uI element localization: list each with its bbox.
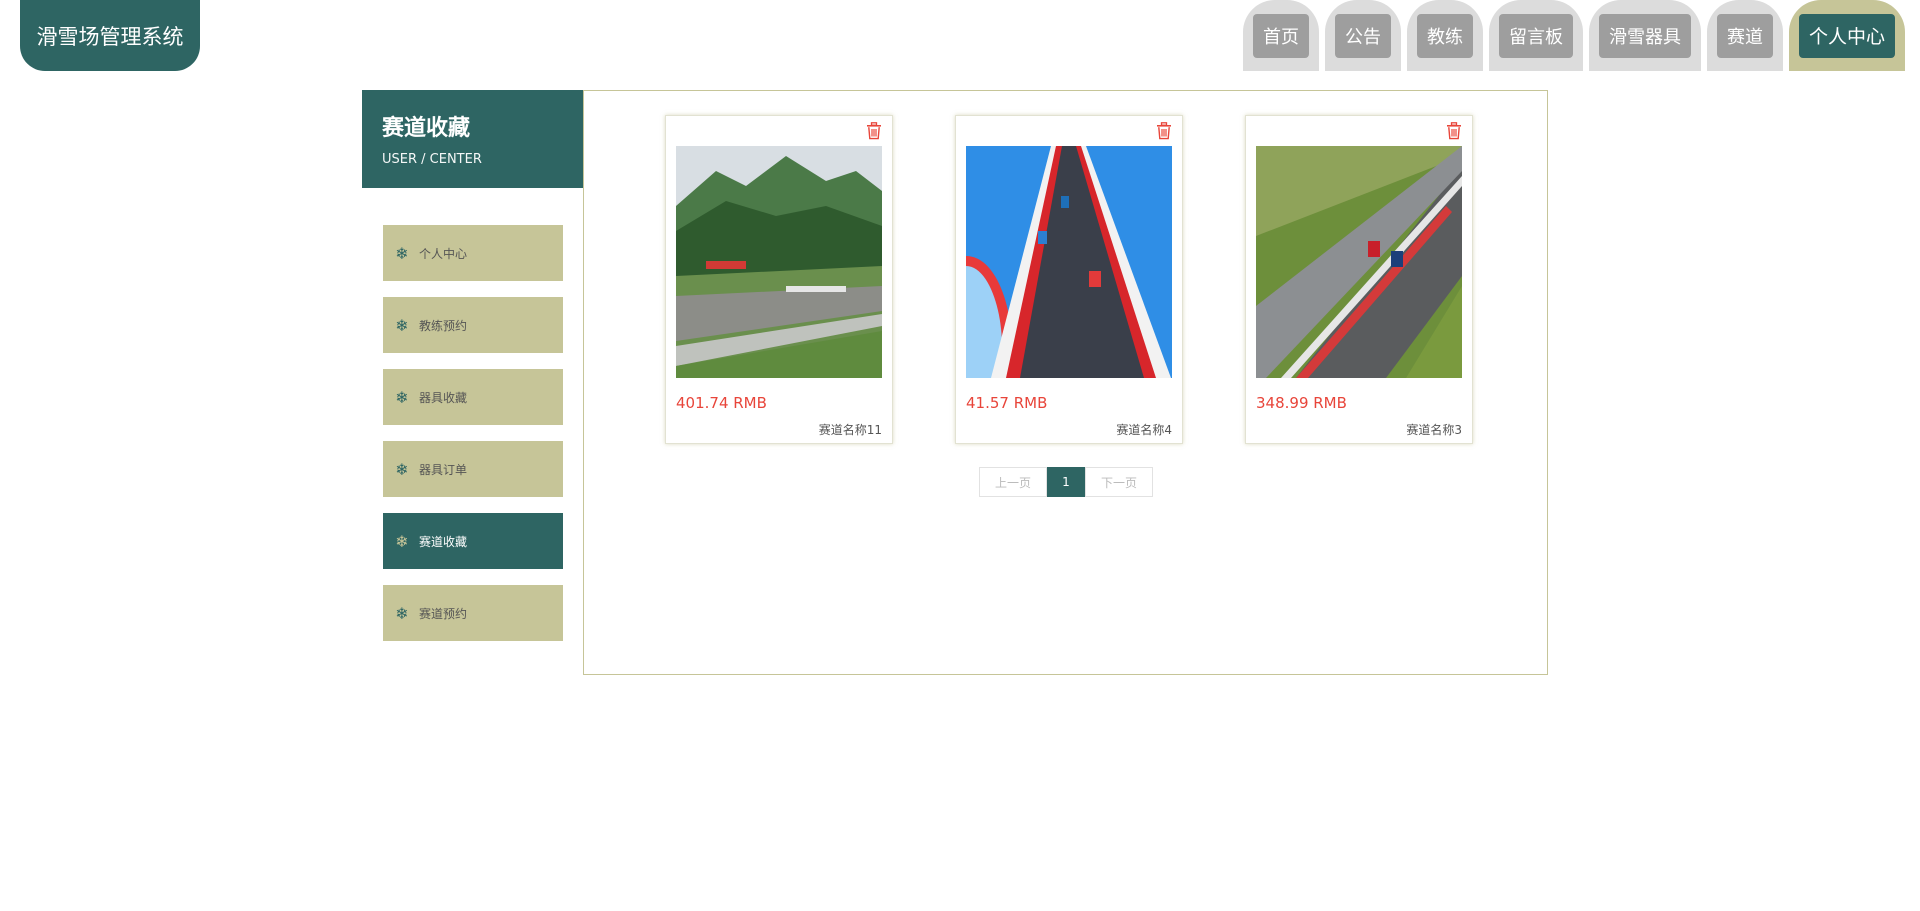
sidebar-item-track-favorites[interactable]: ❄ 赛道收藏 [383,513,563,569]
nav-coach[interactable]: 教练 [1406,0,1483,71]
sidebar-menu: ❄ 个人中心 ❄ 教练预约 ❄ 器具收藏 ❄ 器具订单 ❄ 赛道收藏 ❄ 赛道预… [383,225,563,657]
trash-icon[interactable] [1446,122,1462,140]
snowflake-icon: ❄ [395,531,409,551]
sidebar-item-label: 赛道收藏 [419,534,468,549]
nav-announcement-label: 公告 [1334,13,1391,58]
app-logo[interactable]: 滑雪场管理系统 [20,0,200,71]
nav-coach-label: 教练 [1416,13,1473,58]
favorite-card[interactable]: 348.99 RMB 赛道名称3 [1245,115,1473,444]
nav-user-center[interactable]: 个人中心 [1788,0,1905,71]
price-label: 41.57 RMB [966,394,1048,412]
snowflake-icon: ❄ [395,243,409,263]
nav-message-board-label: 留言板 [1498,13,1573,58]
sidebar-item-user-center[interactable]: ❄ 个人中心 [383,225,563,281]
track-image[interactable] [1256,146,1462,378]
nav-track[interactable]: 赛道 [1706,0,1783,71]
top-nav: 首页 公告 教练 留言板 滑雪器具 赛道 个人中心 [1242,0,1905,71]
prev-page-button[interactable]: 上一页 [979,467,1047,497]
snowflake-icon: ❄ [395,387,409,407]
nav-ski-equipment[interactable]: 滑雪器具 [1588,0,1701,71]
trash-icon[interactable] [866,122,882,140]
nav-home-label: 首页 [1252,13,1309,58]
sidebar-item-label: 个人中心 [419,246,468,261]
favorites-panel: 401.74 RMB 赛道名称11 41.57 RMB 赛道名称4 348.99… [583,90,1548,675]
track-image[interactable] [676,146,882,378]
sidebar-item-label: 赛道预约 [419,606,468,621]
price-label: 401.74 RMB [676,394,767,412]
track-image[interactable] [966,146,1172,378]
snowflake-icon: ❄ [395,315,409,335]
app-title: 滑雪场管理系统 [36,24,184,49]
track-name: 赛道名称4 [1116,423,1172,437]
sidebar-header: 赛道收藏 USER / CENTER [362,90,583,188]
sidebar-item-label: 器具订单 [419,462,468,477]
sidebar-item-equipment-orders[interactable]: ❄ 器具订单 [383,441,563,497]
next-page-button[interactable]: 下一页 [1085,467,1153,497]
nav-track-label: 赛道 [1716,13,1773,58]
nav-announcement[interactable]: 公告 [1324,0,1401,71]
nav-message-board[interactable]: 留言板 [1488,0,1583,71]
track-name: 赛道名称3 [1406,423,1462,437]
sidebar-item-coach-booking[interactable]: ❄ 教练预约 [383,297,563,353]
snowflake-icon: ❄ [395,459,409,479]
sidebar-item-equipment-favorites[interactable]: ❄ 器具收藏 [383,369,563,425]
snowflake-icon: ❄ [395,603,409,623]
nav-user-center-label: 个人中心 [1798,13,1895,58]
pagination: 上一页 1 下一页 [979,467,1153,497]
trash-icon[interactable] [1156,122,1172,140]
price-label: 348.99 RMB [1256,394,1347,412]
sidebar-item-track-booking[interactable]: ❄ 赛道预约 [383,585,563,641]
sidebar-item-label: 器具收藏 [419,390,468,405]
sidebar-title: 赛道收藏 [382,116,471,141]
track-name: 赛道名称11 [818,423,882,437]
nav-home[interactable]: 首页 [1242,0,1319,71]
sidebar-item-label: 教练预约 [419,318,468,333]
favorite-card[interactable]: 401.74 RMB 赛道名称11 [665,115,893,444]
sidebar-subtitle: USER / CENTER [382,152,482,167]
nav-ski-equipment-label: 滑雪器具 [1598,13,1691,58]
page-1-button[interactable]: 1 [1047,467,1085,497]
favorite-card[interactable]: 41.57 RMB 赛道名称4 [955,115,1183,444]
